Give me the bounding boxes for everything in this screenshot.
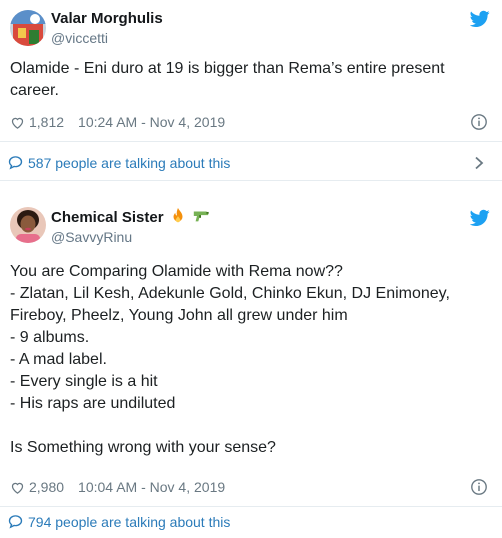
heart-icon[interactable]	[10, 115, 25, 130]
tweet-meta: 2,980 10:04 AM - Nov 4, 2019	[10, 478, 488, 496]
display-name-row: Chemical Sister	[51, 207, 210, 227]
info-icon[interactable]	[470, 478, 488, 496]
tweet-card: Valar Morghulis @viccetti Olamide - Eni …	[0, 0, 502, 180]
chevron-right-icon[interactable]	[474, 156, 484, 170]
info-icon[interactable]	[470, 113, 488, 131]
display-name[interactable]: Valar Morghulis	[51, 10, 163, 28]
tweet-meta: 1,812 10:24 AM - Nov 4, 2019	[10, 113, 488, 131]
heart-icon[interactable]	[10, 480, 25, 495]
speech-bubble-icon	[8, 156, 23, 170]
user-handle[interactable]: @viccetti	[51, 30, 163, 47]
timestamp[interactable]: 10:04 AM - Nov 4, 2019	[78, 478, 225, 496]
tweet-text: You are Comparing Olamide with Rema now?…	[10, 263, 450, 456]
conversation-link[interactable]: 587 people are talking about this	[0, 141, 502, 183]
timestamp[interactable]: 10:24 AM - Nov 4, 2019	[78, 113, 225, 131]
speech-bubble-icon	[8, 515, 23, 529]
avatar[interactable]	[10, 207, 46, 243]
fire-emoji-icon	[173, 207, 183, 223]
conversation-link[interactable]: 794 people are talking about this	[0, 506, 502, 538]
talking-count[interactable]: 794 people are talking about this	[28, 514, 230, 530]
user-names: Chemical Sister @SavvyRinu	[51, 207, 210, 246]
user-names: Valar Morghulis @viccetti	[51, 10, 163, 47]
display-name[interactable]: Chemical Sister	[51, 209, 164, 227]
twitter-bird-icon[interactable]	[470, 10, 490, 28]
water-pistol-icon	[194, 211, 210, 222]
like-count[interactable]: 1,812	[29, 113, 64, 131]
like-count[interactable]: 2,980	[29, 478, 64, 496]
twitter-bird-icon[interactable]	[470, 209, 490, 227]
user-handle[interactable]: @SavvyRinu	[51, 229, 210, 246]
talking-count[interactable]: 587 people are talking about this	[28, 155, 230, 171]
tweet-card: Chemical Sister @SavvyRinu You are Compa…	[0, 180, 502, 537]
avatar[interactable]	[10, 10, 46, 46]
tweet-text: Olamide - Eni duro at 19 is bigger than …	[10, 60, 450, 99]
